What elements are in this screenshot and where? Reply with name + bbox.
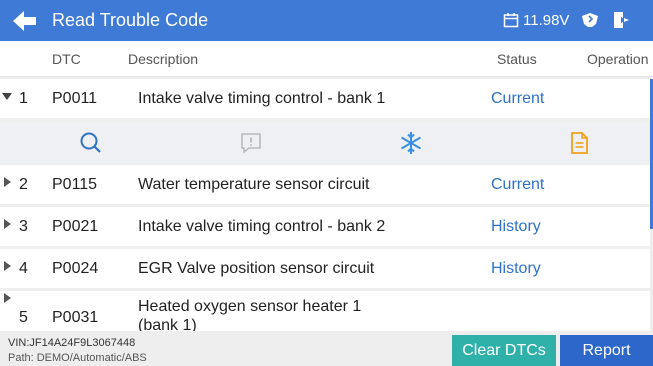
dtc-code: P0115 [52,176,98,193]
table-row[interactable]: 5 P0031 Heated oxygen sensor heater 1 (b… [0,291,650,331]
row-number: 1 [19,90,28,107]
row-number: 3 [19,218,28,235]
back-arrow-icon [13,11,36,31]
dtc-status: History [491,260,541,277]
dtc-status: Current [491,90,545,107]
exit-button[interactable] [612,11,630,29]
calendar-icon [503,13,519,28]
dtc-description: Intake valve timing control - bank 1 [138,90,386,107]
snowflake-icon[interactable] [398,130,424,156]
dtc-list[interactable]: 1 P0011 Intake valve timing control - ba… [0,79,653,331]
dtc-code: P0011 [52,90,98,107]
dtc-actions-bar [0,122,650,165]
chevron-right-icon[interactable] [0,291,14,305]
dtc-code: P0024 [52,260,99,277]
dtc-status: History [491,218,541,235]
dtc-description-line-1: Heated oxygen sensor heater 1 [138,298,362,315]
path-text: Path: DEMO/Automatic/ABS [8,352,147,364]
back-button[interactable] [10,8,40,34]
column-header-dtc: DTC [52,51,81,67]
column-header-operation: Operation [587,51,649,67]
column-header-status: Status [497,51,537,67]
chevron-right-icon[interactable] [0,175,14,189]
table-row[interactable]: 1 P0011 Intake valve timing control - ba… [0,79,650,118]
vci-connector-icon [582,13,598,27]
vin-text: VIN:JF14A24F9L3067448 [8,337,136,349]
dtc-description: Intake valve timing control - bank 2 [138,218,386,235]
clear-dtcs-button[interactable]: Clear DTCs [452,335,556,366]
exit-icon [614,12,629,28]
report-button[interactable]: Report [560,335,653,366]
dtc-code: P0021 [52,218,99,235]
column-header-description: Description [128,51,199,67]
chevron-right-icon[interactable] [0,217,14,231]
top-bar: Read Trouble Code 11.98V [0,0,653,41]
chevron-down-icon[interactable] [0,89,14,103]
table-row[interactable]: 4 P0024 EGR Valve position sensor circui… [0,249,650,288]
battery-voltage: 11.98V [523,12,570,29]
dtc-code: P0031 [52,309,99,326]
table-header: DTC Description Status Operation [0,41,653,77]
row-number: 5 [19,309,28,326]
page-title: Read Trouble Code [52,10,209,30]
footer-bar: VIN:JF14A24F9L3067448 Path: DEMO/Automat… [0,331,653,366]
dtc-status: Current [491,176,545,193]
table-row[interactable]: 3 P0021 Intake valve timing control - ba… [0,207,650,246]
dtc-description: Water temperature sensor circuit [138,176,370,193]
info-message-icon[interactable] [238,130,264,156]
chevron-right-icon[interactable] [0,259,14,273]
row-number: 4 [19,260,28,277]
search-icon[interactable] [78,130,104,156]
dtc-description-line-2: (bank 1) [138,317,197,331]
document-icon[interactable] [566,130,592,156]
dtc-description: EGR Valve position sensor circuit [138,260,375,277]
table-row[interactable]: 2 P0115 Water temperature sensor circuit… [0,165,650,204]
row-number: 2 [19,176,28,193]
